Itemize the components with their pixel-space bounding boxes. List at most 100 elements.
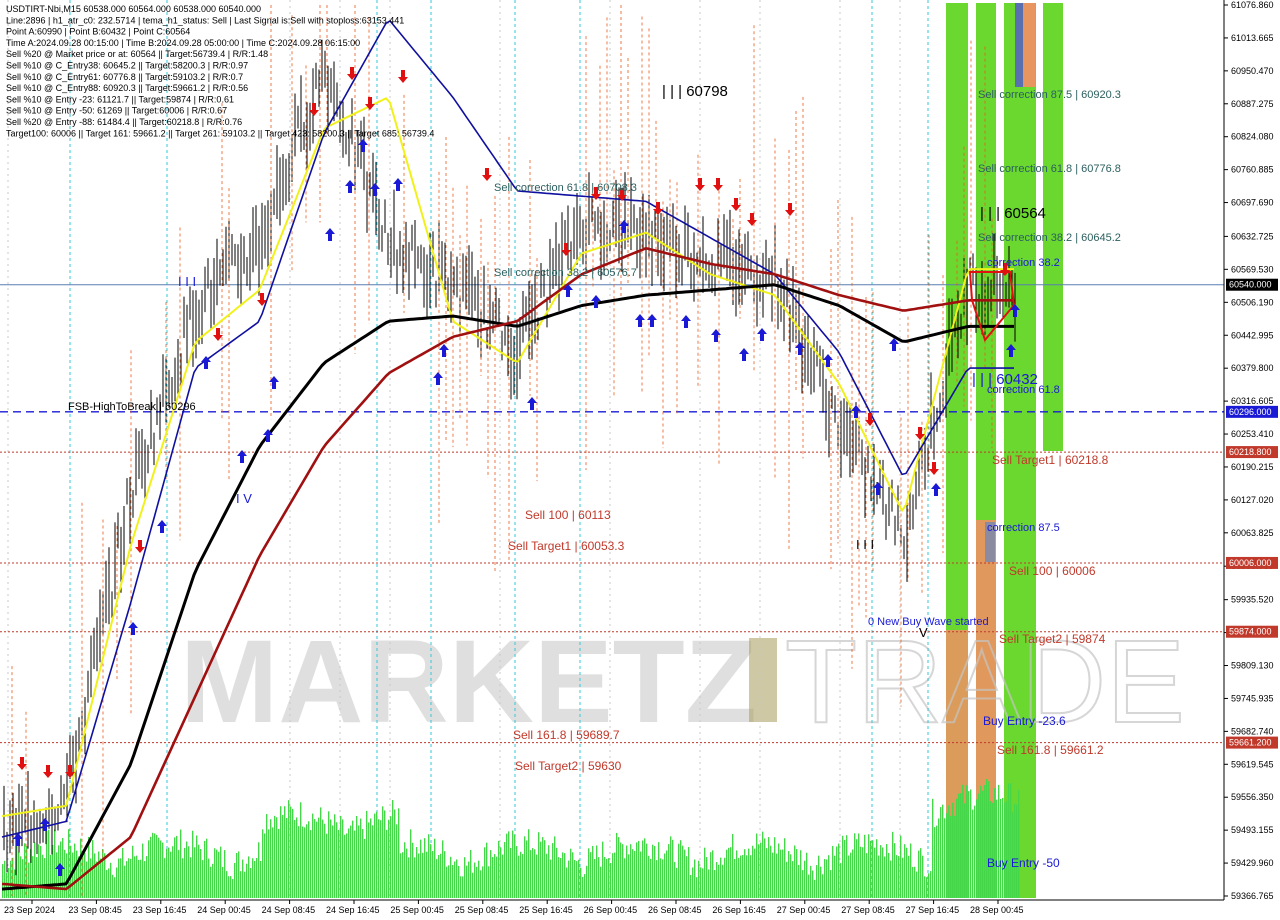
volume-bar xyxy=(156,834,158,898)
label-sell-target2-mid: Sell Target2 | 59630 xyxy=(515,759,622,773)
price-tick-label: 59556.350 xyxy=(1231,792,1274,802)
volume-bar xyxy=(670,836,672,898)
volume-bar xyxy=(816,865,818,898)
volume-bar xyxy=(364,838,366,898)
volume-bar xyxy=(898,856,900,898)
volume-bar xyxy=(968,791,970,898)
volume-bar xyxy=(712,850,714,898)
volume-bar xyxy=(926,877,928,898)
zone-green-3 xyxy=(1004,3,1036,898)
volume-bar xyxy=(748,848,750,898)
info-line: Point A:60990 | Point B:60432 | Point C:… xyxy=(6,27,190,37)
volume-bar xyxy=(418,853,420,898)
volume-bar xyxy=(842,835,844,898)
info-line: Sell %20 @ Market price or at: 60564 || … xyxy=(6,49,268,59)
volume-bar xyxy=(550,859,552,898)
price-tick-label: 59619.545 xyxy=(1231,759,1274,769)
volume-bar xyxy=(328,811,330,898)
volume-bar xyxy=(368,822,370,898)
volume-bar xyxy=(634,850,636,898)
label-wave-v: V xyxy=(919,625,928,640)
volume-bar xyxy=(362,829,364,898)
volume-bar xyxy=(534,849,536,898)
volume-bar xyxy=(784,838,786,898)
volume-bar xyxy=(626,845,628,898)
price-tick-label: 60697.690 xyxy=(1231,198,1274,208)
volume-bar xyxy=(878,855,880,898)
volume-bar xyxy=(474,862,476,898)
volume-bar xyxy=(490,850,492,898)
volume-bar xyxy=(608,858,610,898)
volume-bar xyxy=(542,837,544,898)
volume-bar xyxy=(752,845,754,898)
volume-bar xyxy=(460,876,462,898)
time-tick-label: 25 Sep 00:45 xyxy=(390,905,444,915)
volume-bar xyxy=(530,850,532,898)
volume-bar xyxy=(888,852,890,898)
price-tick-label: 60824.080 xyxy=(1231,132,1274,142)
volume-bar xyxy=(914,866,916,898)
volume-bar xyxy=(798,864,800,898)
volume-bar xyxy=(18,852,20,898)
price-tick-label: 61013.665 xyxy=(1231,33,1274,43)
volume-bar xyxy=(172,846,174,898)
volume-bar xyxy=(302,826,304,898)
volume-bar xyxy=(276,817,278,898)
price-tick-label: 59682.740 xyxy=(1231,726,1274,736)
volume-bar xyxy=(190,857,192,898)
volume-bar xyxy=(114,877,116,898)
volume-bar xyxy=(896,855,898,898)
volume-bar xyxy=(692,867,694,898)
volume-bar xyxy=(326,833,328,898)
info-line: Sell %10 @ C_Entry61: 60776.8 || Target:… xyxy=(6,72,243,82)
volume-bar xyxy=(504,842,506,898)
volume-bar xyxy=(196,835,198,898)
volume-bar xyxy=(684,849,686,898)
volume-bar xyxy=(416,847,418,898)
volume-bar xyxy=(28,862,30,898)
price-tick-label: 60506.190 xyxy=(1231,297,1274,307)
volume-bar xyxy=(268,829,270,898)
volume-bar xyxy=(1016,804,1018,898)
volume-bar xyxy=(806,852,808,898)
volume-bar xyxy=(588,848,590,898)
volume-bar xyxy=(902,857,904,898)
volume-bar xyxy=(168,847,170,898)
volume-bar xyxy=(554,836,556,898)
price-badge-label: 60218.800 xyxy=(1229,447,1272,457)
volume-bar xyxy=(984,785,986,898)
label-sell-target2-right: Sell Target2 | 59874 xyxy=(999,632,1106,646)
volume-bar xyxy=(1004,802,1006,898)
volume-bar xyxy=(162,842,164,898)
volume-bar xyxy=(612,853,614,898)
volume-bar xyxy=(794,845,796,898)
volume-bar xyxy=(966,785,968,898)
volume-bar xyxy=(832,845,834,898)
volume-bar xyxy=(910,843,912,898)
volume-bar xyxy=(814,879,816,898)
volume-bar xyxy=(366,810,368,898)
volume-bar xyxy=(260,861,262,898)
time-tick-label: 24 Sep 00:45 xyxy=(197,905,251,915)
volume-bar xyxy=(786,861,788,898)
price-tick-label: 60632.725 xyxy=(1231,231,1274,241)
volume-bar xyxy=(590,852,592,898)
volume-bar xyxy=(386,829,388,898)
volume-bar xyxy=(220,846,222,898)
volume-bar xyxy=(978,793,980,898)
volume-bar xyxy=(638,840,640,898)
volume-bar xyxy=(690,875,692,898)
volume-bar xyxy=(830,870,832,898)
volume-bar xyxy=(256,858,258,898)
volume-bar xyxy=(336,822,338,898)
label-wave-iii-a: I I I xyxy=(178,274,196,289)
volume-bar xyxy=(232,879,234,898)
volume-bar xyxy=(244,871,246,898)
volume-bar xyxy=(664,853,666,898)
info-line: USDTIRT-Nbi,M15 60538.000 60564.000 6053… xyxy=(6,4,261,14)
volume-bar xyxy=(538,832,540,898)
volume-bar xyxy=(788,851,790,898)
volume-bar xyxy=(744,849,746,898)
volume-bar xyxy=(284,806,286,898)
volume-bar xyxy=(624,858,626,898)
